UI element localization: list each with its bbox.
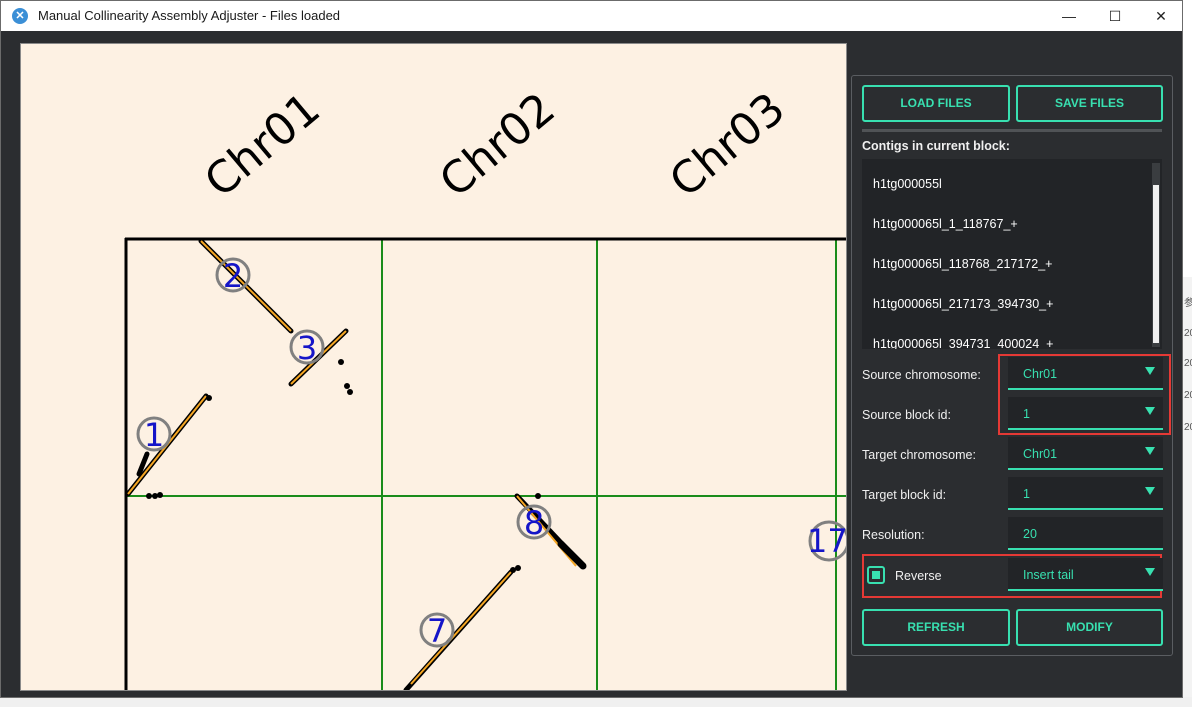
app-icon: ✕ [12,8,28,24]
dotplot-svg[interactable]: Chr01 Chr02 Chr03 1 2 3 7 8 17 [21,44,846,690]
background-text: 20 [1184,422,1192,433]
dotplot-canvas[interactable]: Chr01 Chr02 Chr03 1 2 3 7 8 17 [20,43,847,691]
target-block-label: Target block id: [862,488,947,502]
resolution-input[interactable]: 20 [1008,517,1163,550]
dropdown-arrow-icon [1145,487,1155,495]
refresh-button[interactable]: REFRESH [862,609,1010,646]
window-title: Manual Collinearity Assembly Adjuster - … [38,8,341,23]
block-label-2[interactable]: 2 [215,257,251,295]
dropdown-arrow-icon [1145,447,1155,455]
list-item[interactable]: h1tg000065l_1_118767_+ [873,217,1018,231]
resolution-value: 20 [1023,527,1037,541]
svg-text:1: 1 [144,416,164,454]
background-text: 20 [1184,390,1192,401]
target-chromosome-label: Target chromosome: [862,448,976,462]
list-item[interactable]: h1tg000065l_394731_400024_+ [873,337,1053,349]
resolution-label: Resolution: [862,528,925,542]
maximize-button[interactable]: ☐ [1092,1,1138,31]
insert-mode-value: Insert tail [1023,568,1074,582]
background-text: 20 [1184,358,1192,369]
svg-text:17: 17 [807,522,846,560]
load-files-button[interactable]: LOAD FILES [862,85,1010,122]
highlight-box-source [998,354,1171,435]
target-block-value: 1 [1023,487,1030,501]
control-panel: LOAD FILES SAVE FILES Contigs in current… [851,75,1173,656]
reverse-label[interactable]: Reverse [895,569,942,583]
svg-text:3: 3 [297,329,317,367]
contigs-list[interactable]: h1tg000055l h1tg000065l_1_118767_+ h1tg0… [862,159,1162,349]
list-item[interactable]: h1tg000055l [873,177,942,191]
app-window: ✕ Manual Collinearity Assembly Adjuster … [0,0,1183,698]
svg-text:2: 2 [223,257,243,295]
svg-text:7: 7 [427,612,447,650]
source-chromosome-label: Source chromosome: [862,368,981,382]
close-button[interactable]: ✕ [1138,1,1184,31]
save-files-button[interactable]: SAVE FILES [1016,85,1163,122]
background-window-right-top [1183,31,1192,277]
block-label-3[interactable]: 3 [289,329,325,367]
background-text: 参 [1184,298,1192,309]
title-bar[interactable]: ✕ Manual Collinearity Assembly Adjuster … [1,1,1182,31]
insert-mode-select[interactable]: Insert tail [1008,558,1163,591]
segment-block-7[interactable] [403,565,521,690]
background-taskbar-edge [0,697,1192,707]
contigs-scrollbar[interactable] [1152,163,1160,347]
column-label-chr02: Chr02 [430,83,564,207]
svg-text:8: 8 [524,504,544,542]
block-label-17[interactable]: 17 [807,520,846,562]
target-chromosome-value: Chr01 [1023,447,1058,461]
target-block-select[interactable]: 1 [1008,477,1163,510]
minimize-button[interactable]: — [1046,1,1092,31]
modify-button[interactable]: MODIFY [1016,609,1163,646]
target-chromosome-select[interactable]: Chr01 [1008,437,1163,470]
contigs-heading: Contigs in current block: [862,139,1010,153]
segment-block-1[interactable] [125,393,212,499]
scrollbar-thumb[interactable] [1153,185,1159,343]
checkbox-checked-mark [872,571,880,579]
column-label-chr03: Chr03 [660,83,794,207]
dropdown-arrow-icon [1145,568,1155,576]
column-label-chr01: Chr01 [195,83,329,207]
list-item[interactable]: h1tg000065l_217173_394730_+ [873,297,1053,311]
source-block-label: Source block id: [862,408,951,422]
list-item[interactable]: h1tg000065l_118768_217172_+ [873,257,1052,271]
divider [862,129,1162,132]
background-text: 20 [1184,328,1192,339]
reverse-checkbox[interactable] [867,566,885,584]
